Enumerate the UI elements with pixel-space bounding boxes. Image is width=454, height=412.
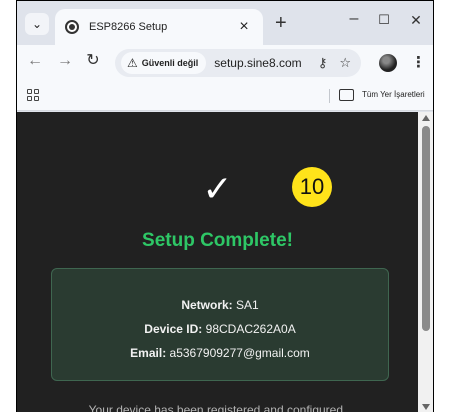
omnibox-actions: ⚷ ☆ — [318, 55, 351, 71]
security-badge-label: Güvenli değil — [141, 58, 199, 68]
tab-close-icon[interactable]: × — [235, 19, 253, 35]
network-row: Network: SA1 — [52, 293, 388, 317]
bookmarks-bar: Tüm Yer İşaretleri — [17, 81, 433, 111]
page-title: Setup Complete! — [142, 230, 293, 251]
device-id-row: Device ID: 98CDAC262A0A — [52, 317, 388, 341]
browser-menu-button[interactable]: ⋮ — [411, 53, 426, 71]
toolbar: ← → ↻ ⚠ Güvenli değil setup.sine8.com ⚷ … — [17, 45, 433, 81]
minimize-button[interactable]: – — [343, 11, 365, 27]
status-message: Your device has been registered and conf… — [88, 403, 347, 412]
tab-strip: ⌄ ESP8266 Setup × + – ☐ ✕ — [17, 1, 433, 45]
active-tab[interactable]: ESP8266 Setup × — [55, 9, 263, 45]
scrollbar-thumb[interactable] — [422, 126, 430, 331]
maximize-button[interactable]: ☐ — [373, 13, 395, 26]
security-badge[interactable]: ⚠ Güvenli değil — [121, 52, 207, 74]
email-value: a5367909277@gmail.com — [169, 346, 310, 360]
password-key-icon[interactable]: ⚷ — [318, 55, 328, 71]
page-content: ✓ 10 Setup Complete! Network: SA1 Device… — [17, 112, 418, 412]
bookmarks-divider — [329, 89, 330, 103]
favicon-icon — [65, 20, 79, 34]
step-badge: 10 — [292, 167, 332, 207]
tab-title: ESP8266 Setup — [89, 21, 168, 33]
email-row: Email: a5367909277@gmail.com — [52, 341, 388, 365]
scroll-up-arrow-icon[interactable] — [422, 115, 430, 121]
all-bookmarks-link[interactable]: Tüm Yer İşaretleri — [362, 90, 425, 99]
reload-button[interactable]: ↻ — [83, 53, 103, 69]
back-button[interactable]: ← — [25, 53, 45, 69]
address-bar[interactable]: ⚠ Güvenli değil setup.sine8.com ⚷ ☆ — [115, 49, 361, 77]
warning-icon: ⚠ — [127, 56, 138, 70]
apps-grid-icon[interactable] — [27, 89, 39, 101]
details-card: Network: SA1 Device ID: 98CDAC262A0A Ema… — [51, 268, 389, 381]
scroll-down-arrow-icon[interactable] — [422, 404, 430, 410]
chevron-down-icon: ⌄ — [31, 17, 43, 31]
device-id-label: Device ID: — [144, 322, 203, 336]
browser-window: ⌄ ESP8266 Setup × + – ☐ ✕ ← → ↻ ⚠ Güvenl… — [16, 0, 434, 412]
device-id-value: 98CDAC262A0A — [205, 322, 296, 336]
star-icon[interactable]: ☆ — [339, 55, 351, 71]
checkmark-icon: ✓ — [202, 168, 233, 209]
folder-icon[interactable] — [339, 89, 354, 101]
close-window-button[interactable]: ✕ — [405, 13, 427, 27]
url-text[interactable]: setup.sine8.com — [214, 56, 301, 70]
screenshot-frame: ⌄ ESP8266 Setup × + – ☐ ✕ ← → ↻ ⚠ Güvenl… — [0, 0, 454, 412]
forward-button[interactable]: → — [55, 53, 75, 69]
vertical-scrollbar[interactable] — [418, 112, 433, 412]
email-label: Email: — [130, 346, 167, 360]
new-tab-button[interactable]: + — [275, 13, 287, 33]
network-label: Network: — [181, 298, 233, 312]
tab-search-button[interactable]: ⌄ — [25, 13, 49, 35]
profile-avatar[interactable] — [379, 54, 397, 72]
network-value: SA1 — [236, 298, 259, 312]
